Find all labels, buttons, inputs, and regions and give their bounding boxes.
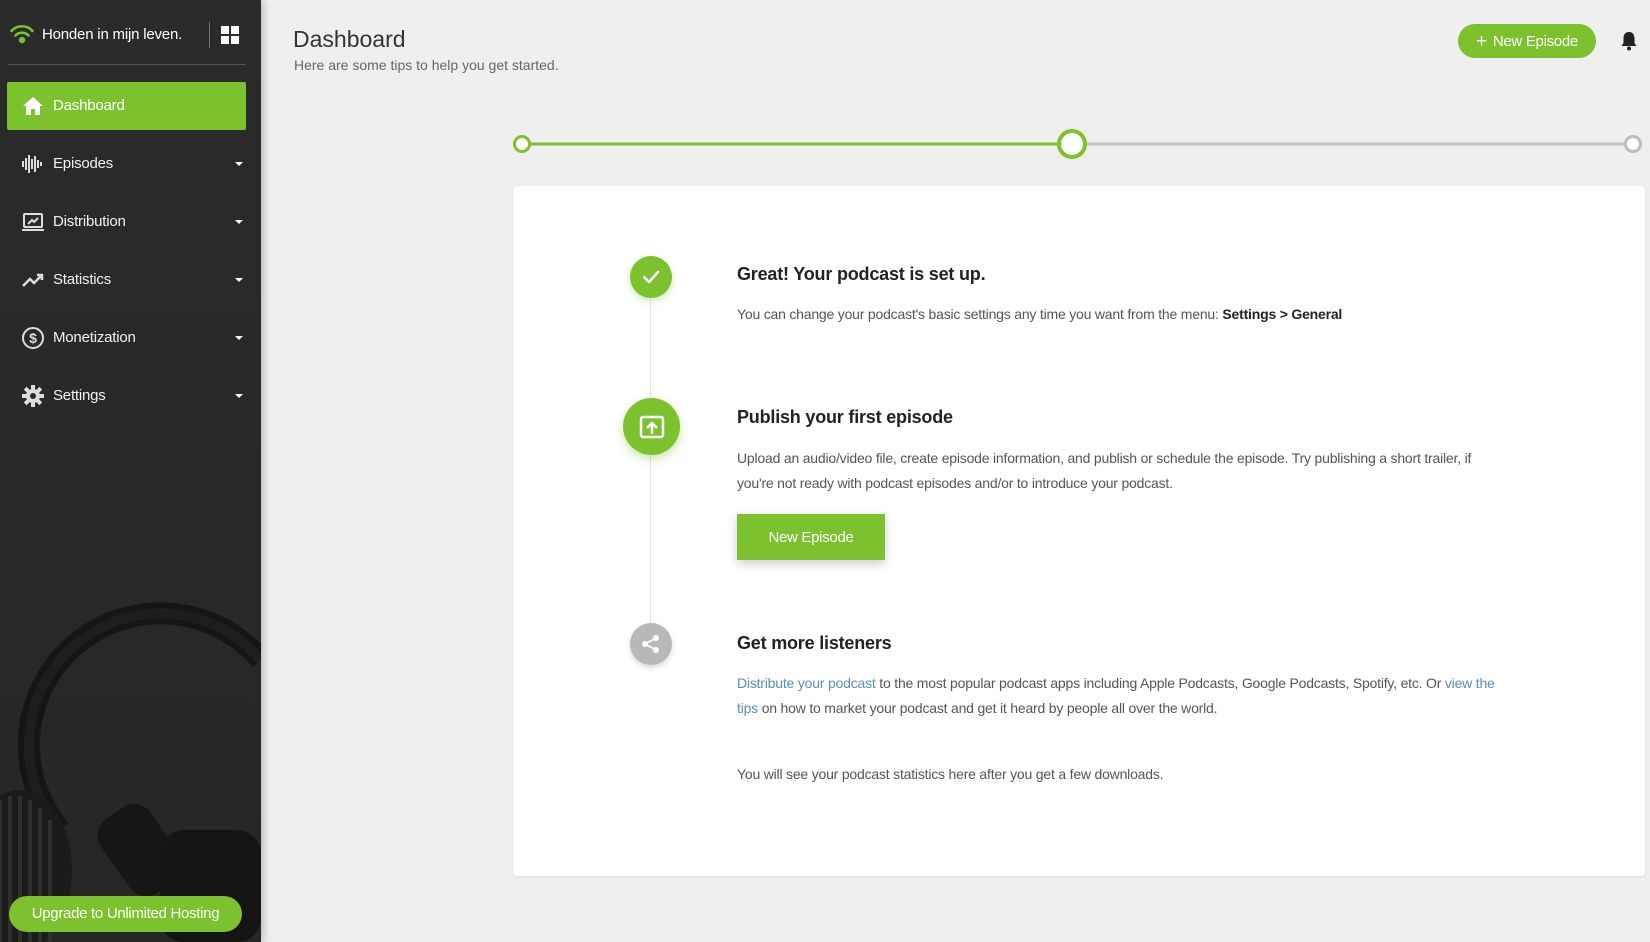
settings-path: Settings > General [1222,306,1343,322]
stepper-dot-2 [1057,129,1087,159]
step-1-body: You can change your podcast's basic sett… [737,306,1223,322]
sidebar-item-label: Statistics [53,271,112,288]
sidebar-item-label: Dashboard [53,97,125,114]
podcast-title[interactable]: Honden in mijn leven. [42,26,182,43]
step-3-text: Distribute your podcast to the most popu… [737,671,1497,721]
upload-box-icon [639,415,664,438]
step-1-text: You can change your podcast's basic sett… [737,302,1497,327]
new-episode-top-label: New Episode [1492,32,1578,50]
sidebar-item-label: Episodes [53,155,114,172]
step-3-title: Get more listeners [737,633,892,653]
step-2-title: Publish your first episode [737,407,953,427]
brand-divider [209,22,210,48]
check-icon [642,270,660,284]
apps-grid-icon[interactable] [221,26,239,44]
new-episode-button[interactable]: New Episode [737,514,885,560]
distribute-podcast-link[interactable]: Distribute your podcast [737,675,876,691]
share-icon [642,635,659,653]
dollar-icon: $ [22,327,44,349]
brand-bar: Honden in mijn leven. [0,0,261,70]
sidebar-item-dashboard[interactable]: Dashboard [7,82,246,130]
chevron-down-icon [235,394,243,398]
svg-text:$: $ [29,330,37,346]
stepper-dot-3 [1624,135,1642,153]
chevron-down-icon [235,162,243,166]
progress-stepper [513,129,1642,159]
stepper-dot-1 [513,135,531,153]
waveform-icon [22,155,42,173]
new-episode-top-button[interactable]: + New Episode [1458,24,1596,58]
headphones-mic-illustration [0,602,261,942]
step-3-body-a: to the most popular podcast apps includi… [875,675,1445,691]
podcast-logo-icon[interactable] [8,20,36,46]
chevron-down-icon [235,220,243,224]
plus-icon: + [1476,30,1487,52]
sidebar-item-statistics[interactable]: Statistics [7,256,246,304]
sidebar-item-label: Distribution [53,213,126,230]
page-subtitle: Here are some tips to help you get start… [294,57,559,73]
sidebar: Honden in mijn leven. Dashboard Episodes… [0,0,261,942]
upgrade-hosting-button[interactable]: Upgrade to Unlimited Hosting [9,896,242,932]
sidebar-item-episodes[interactable]: Episodes [7,140,246,188]
sidebar-item-label: Monetization [53,329,136,346]
steps-connector-line [650,296,651,626]
stats-note: You will see your podcast statistics her… [737,766,1164,782]
step-current-badge [623,398,680,455]
sidebar-item-monetization[interactable]: $ Monetization [7,314,246,362]
step-1-title: Great! Your podcast is set up. [737,264,986,284]
chevron-down-icon [235,278,243,282]
bell-icon[interactable] [1620,31,1638,51]
step-done-badge [630,256,672,298]
sidebar-nav: Dashboard Episodes Distribution Statisti… [0,82,261,430]
step-pending-badge [630,623,672,665]
distribution-icon [22,213,44,231]
step-2-text: Upload an audio/video file, create episo… [737,450,1472,491]
sidebar-item-settings[interactable]: Settings [7,372,246,420]
home-icon [23,97,43,115]
page-title: Dashboard [293,26,406,52]
brand-underline [8,64,246,65]
gear-icon [22,385,44,407]
step-3-body-b: on how to market your podcast and get it… [758,700,1218,716]
sidebar-item-distribution[interactable]: Distribution [7,198,246,246]
sidebar-item-label: Settings [53,387,106,404]
trend-icon [22,273,44,287]
chevron-down-icon [235,336,243,340]
